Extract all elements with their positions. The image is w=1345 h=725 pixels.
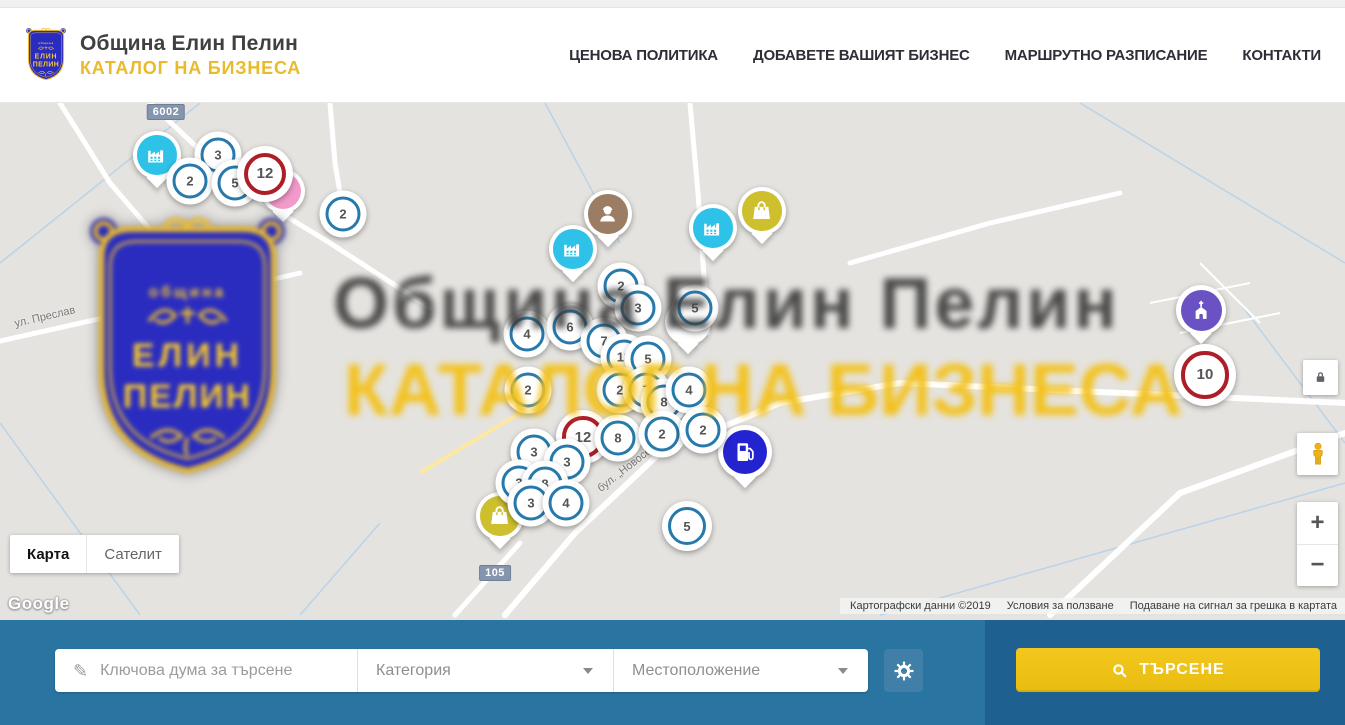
map-cluster-marker[interactable]: 4 [504,311,551,358]
nav-route-schedule[interactable]: МАРШРУТНО РАЗПИСАНИЕ [1005,47,1208,64]
cluster-count: 8 [614,431,621,446]
lock-control-button[interactable] [1303,360,1338,395]
category-select-value: Категория [376,662,451,680]
factory-icon [144,142,169,167]
map-cluster-marker[interactable]: 2 [680,407,727,454]
factory-pin[interactable] [689,204,737,252]
map-type-satellite-button[interactable]: Сателит [86,535,179,573]
shopping-pin[interactable] [738,187,786,235]
road-label: 105 [479,565,511,581]
site-subtitle: КАТАЛОГ НА БИЗНЕСА [80,58,301,79]
bag-icon [749,198,774,223]
chevron-down-icon [583,668,593,674]
page-top-strip [0,0,1345,8]
map-cluster-marker[interactable]: 5 [672,285,719,332]
map-markers-layer: 3251222354671352278412822333834510600210… [0,103,1345,620]
search-button-label: ТЪРСЕНЕ [1139,661,1224,679]
location-select[interactable]: Местоположение [614,649,868,692]
cluster-count: 12 [257,165,274,182]
advanced-settings-button[interactable] [884,649,923,692]
cluster-count: 2 [524,383,531,398]
zoom-control: + − [1297,502,1338,586]
cluster-count: 3 [214,148,221,163]
cluster-count: 2 [658,427,665,442]
worker-pin[interactable] [584,190,632,238]
pencil-icon: ✎ [73,662,88,680]
attribution-copyright: Картографски данни ©2019 [850,600,991,612]
nav-pricing-policy[interactable]: ЦЕНОВА ПОЛИТИКА [569,47,718,64]
gear-icon [893,660,915,682]
cluster-count: 2 [339,207,346,222]
search-bar: ✎ Категория Местоположение [0,620,1345,725]
cluster-count: 4 [685,383,692,398]
google-logo[interactable]: Google [8,594,70,614]
pegman-icon [1307,441,1329,467]
map-cluster-marker[interactable]: 8 [595,415,642,462]
cluster-count: 2 [699,423,706,438]
street-view-pegman-control[interactable] [1297,433,1338,475]
category-select[interactable]: Категория [358,649,614,692]
keyword-search-input[interactable] [100,662,347,680]
factory-pin[interactable] [549,225,597,273]
cluster-count: 10 [1197,366,1214,383]
church-icon [1188,297,1214,323]
cluster-count: 3 [530,445,537,460]
site-title: Община Елин Пелин [80,32,301,56]
cluster-count: 2 [186,174,193,189]
map-cluster-marker[interactable]: 2 [167,158,214,205]
brand-logo[interactable]: Община Елин Пелин КАТАЛОГ НА БИЗНЕСА [25,27,301,83]
nav-contacts[interactable]: КОНТАКТИ [1242,47,1321,64]
search-icon [1111,662,1128,679]
cluster-count: 4 [523,327,530,342]
main-nav: ЦЕНОВА ПОЛИТИКА ДОБАВЕТЕ ВАШИЯТ БИЗНЕС М… [569,47,1321,64]
attribution-terms-link[interactable]: Условия за ползване [1007,600,1114,612]
map-cluster-marker[interactable]: 12 [237,146,293,202]
factory-icon [700,215,725,240]
search-fields-group: ✎ Категория Местоположение [55,649,868,692]
road-label: ул. Преслав [14,304,77,330]
map-type-control: Карта Сателит [10,535,179,573]
map-canvas[interactable]: 3251222354671352278412822333834510600210… [0,103,1345,620]
lock-icon [1313,370,1328,385]
cluster-count: 5 [644,352,651,367]
location-select-value: Местоположение [632,662,760,680]
map-cluster-marker[interactable]: 5 [662,501,712,551]
fuel-icon [731,438,759,466]
cluster-count: 5 [691,301,698,316]
map-type-map-button[interactable]: Карта [10,535,86,573]
church-pin[interactable] [1176,285,1226,335]
nav-add-your-business[interactable]: ДОБАВЕТЕ ВАШИЯТ БИЗНЕС [753,47,970,64]
map-cluster-marker[interactable]: 2 [639,411,686,458]
zoom-out-button[interactable]: − [1297,545,1338,587]
keyword-field: ✎ [55,649,358,692]
map-cluster-marker[interactable]: 2 [320,191,367,238]
cluster-count: 5 [683,519,690,534]
cluster-count: 3 [634,301,641,316]
map-cluster-marker[interactable]: 10 [1174,344,1236,406]
search-button[interactable]: ТЪРСЕНЕ [1016,648,1320,692]
cluster-count: 3 [527,496,534,511]
road-label: 6002 [147,104,185,120]
attribution-report-link[interactable]: Подаване на сигнал за грешка в картата [1130,600,1337,612]
header: Община Елин Пелин КАТАЛОГ НА БИЗНЕСА ЦЕН… [0,8,1345,103]
factory-icon [560,236,585,261]
zoom-in-button[interactable]: + [1297,502,1338,545]
map-cluster-marker[interactable]: 2 [505,367,552,414]
chevron-down-icon [838,668,848,674]
map-cluster-marker[interactable]: 4 [543,480,590,527]
cluster-count: 3 [563,455,570,470]
cluster-count: 6 [566,320,573,335]
municipality-crest-logo [25,27,67,83]
map-attribution: Картографски данни ©2019 Условия за полз… [840,598,1345,614]
cluster-count: 4 [562,496,569,511]
worker-icon [595,201,620,226]
